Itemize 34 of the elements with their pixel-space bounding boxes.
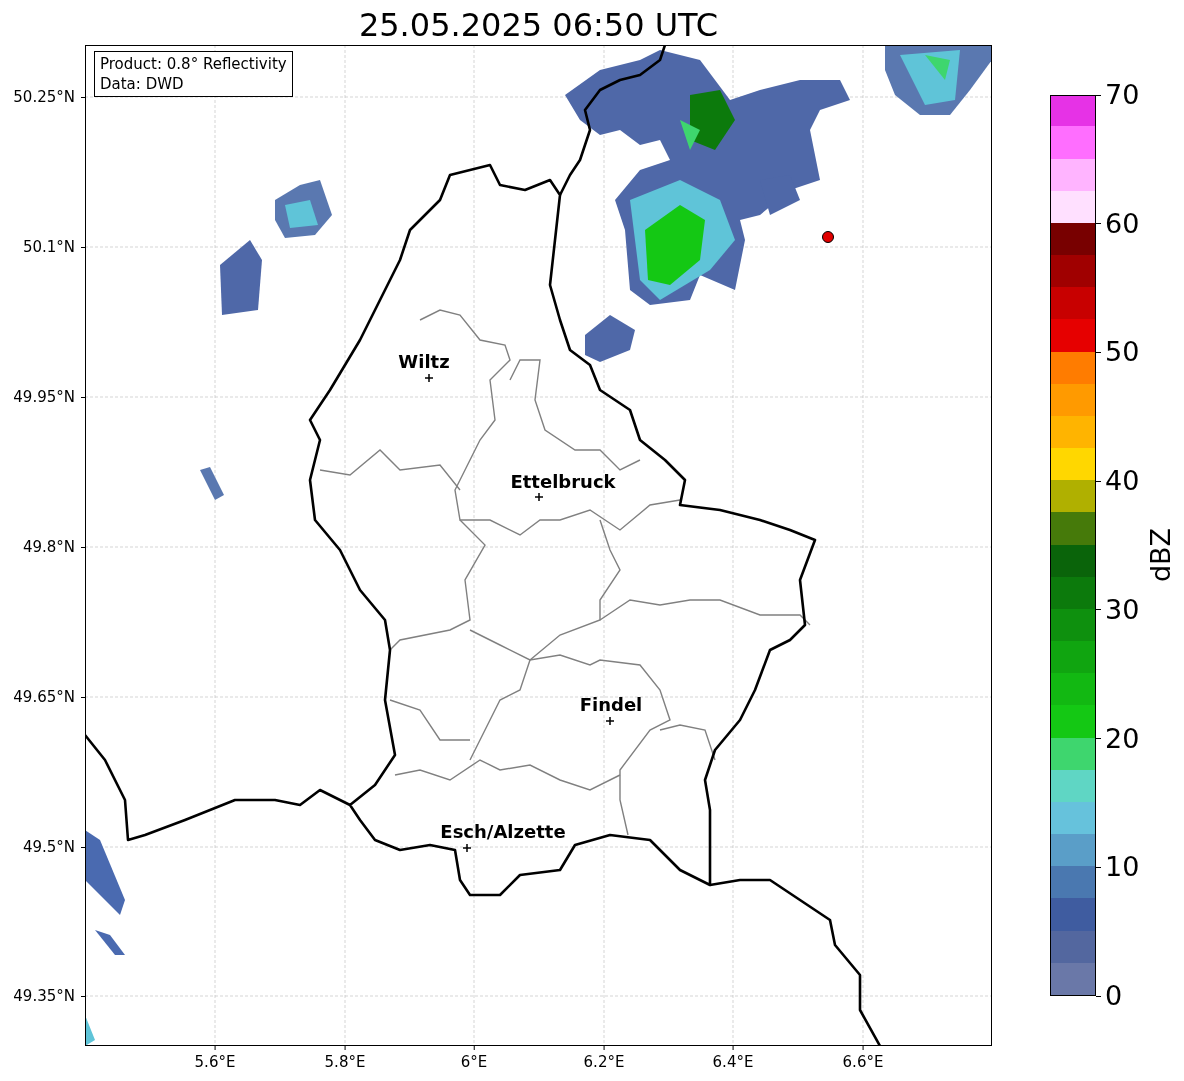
location-dot-icon xyxy=(822,231,834,243)
colorbar-tick-label: 40 xyxy=(1105,466,1140,497)
colorbar-tick-label: 0 xyxy=(1105,981,1123,1011)
longitude-label: 6.6°E xyxy=(842,1052,884,1072)
longitude-label: 6.2°E xyxy=(583,1052,625,1072)
info-text: Product: 0.8° Reflectivity xyxy=(100,54,287,74)
latitude-label: 49.8°N xyxy=(22,537,75,557)
cross-marker-icon xyxy=(534,492,544,502)
longitude-label: 5.8°E xyxy=(324,1052,366,1072)
cross-marker-icon xyxy=(424,373,434,383)
info-text: Data: DWD xyxy=(100,74,185,94)
longitude-label: 6°E xyxy=(460,1052,488,1072)
colorbar-tick-label: 70 xyxy=(1105,80,1140,110)
place-label: Findel xyxy=(579,694,643,716)
latitude-label: 50.25°N xyxy=(13,87,75,107)
colorbar-tick-label: 30 xyxy=(1105,594,1140,625)
longitude-label: 5.6°E xyxy=(194,1052,236,1072)
place-label: Wiltz xyxy=(398,351,450,373)
longitude-label: 6.4°E xyxy=(712,1052,754,1072)
colorbar-tick-label: 10 xyxy=(1105,852,1140,883)
colorbar-tick-label: 60 xyxy=(1105,208,1140,239)
colorbar-tick-label: 50 xyxy=(1105,337,1140,368)
place-label: Ettelbruck xyxy=(510,471,616,493)
latitude-label: 49.35°N xyxy=(13,986,75,1006)
colorbar-axis-label: dBZ xyxy=(1146,527,1176,583)
latitude-label: 49.5°N xyxy=(22,837,75,857)
colorbar-tick-label: 20 xyxy=(1105,723,1140,754)
place-label: Esch/Alzette xyxy=(440,821,566,843)
cross-marker-icon xyxy=(605,716,615,726)
latitude-label: 49.95°N xyxy=(13,387,75,407)
latitude-label: 49.65°N xyxy=(13,687,75,707)
cross-marker-icon xyxy=(462,843,472,853)
latitude-label: 50.1°N xyxy=(22,237,75,257)
chart-title: 25.05.2025 06:50 UTC xyxy=(357,5,720,46)
